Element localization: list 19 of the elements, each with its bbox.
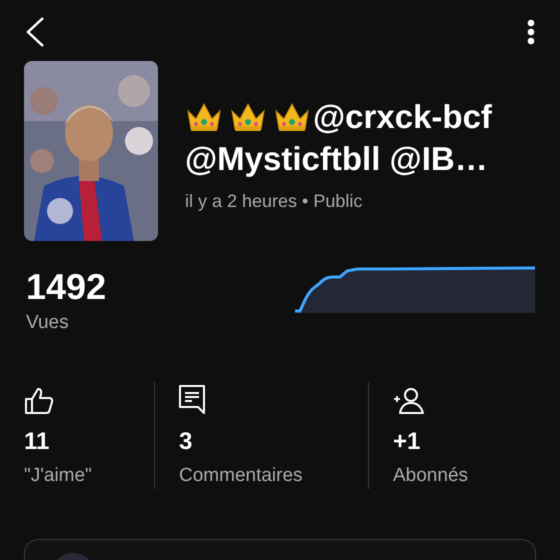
thumbs-up-icon: [24, 386, 54, 414]
stat-label: "J'aime": [24, 464, 93, 488]
stat-value: +1: [393, 428, 422, 456]
stat-value: 3: [179, 428, 194, 456]
stat-label: Commentaires: [179, 464, 304, 488]
crown-icon: [229, 101, 267, 133]
stat-value: 11: [24, 428, 50, 456]
crown-icon: [273, 101, 311, 133]
views-label: Vues: [26, 311, 70, 335]
back-icon[interactable]: [24, 16, 46, 48]
views-count: 1492: [26, 267, 106, 307]
more-options-icon[interactable]: [526, 19, 536, 45]
video-meta: il y a 2 heures • Public: [185, 190, 364, 213]
video-title: @Mysticftbll @IB…: [185, 139, 489, 179]
crown-icon: [185, 101, 223, 133]
video-title: @crxck-bcf: [313, 97, 492, 137]
add-person-icon: [393, 386, 425, 414]
stat-label: Abonnés: [393, 464, 470, 488]
comment-icon: [179, 384, 205, 414]
